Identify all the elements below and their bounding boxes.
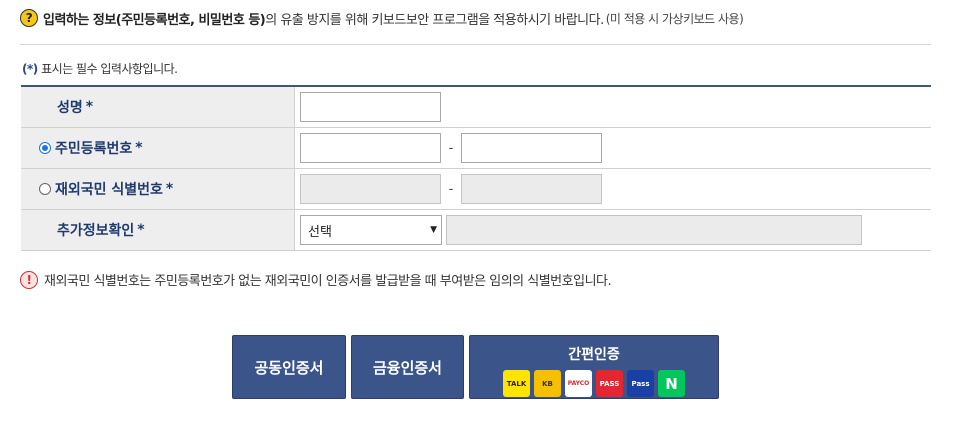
pass-icon: PASS: [596, 370, 623, 397]
foreign-back-input: [461, 174, 602, 204]
required-star: (*): [22, 62, 38, 76]
foreign-id-warning: ! 재외국민 식별번호는 주민등록번호가 없는 재외국민이 인증서를 발급받을 …: [20, 270, 612, 289]
joint-certificate-label: 공동인증서: [254, 358, 324, 377]
rrn-dash: -: [448, 140, 454, 156]
security-notice: ? 입력하는 정보(주민등록번호, 비밀번호 등) 의 유출 방지를 위해 키보…: [20, 8, 744, 28]
caret-down-icon: ▼: [430, 225, 437, 235]
simple-auth-logos: TALK KB PAYCO PASS Pass N: [503, 370, 685, 397]
warning-text: 재외국민 식별번호는 주민등록번호가 없는 재외국민이 인증서를 발급받을 때 …: [44, 274, 612, 289]
foreign-dash: -: [448, 181, 454, 197]
rrn-label[interactable]: 주민등록번호: [55, 138, 132, 158]
required-star: *: [135, 140, 143, 156]
simple-auth-button[interactable]: 간편인증 TALK KB PAYCO PASS Pass N: [469, 335, 719, 399]
rrn-value-cell: -: [294, 127, 931, 169]
divider: [20, 44, 931, 45]
rrn-radio[interactable]: [39, 142, 51, 154]
foreign-label-cell: 재외국민 식별번호 *: [21, 168, 295, 210]
foreign-label[interactable]: 재외국민 식별번호: [55, 179, 163, 199]
samsung-pass-icon: Pass: [627, 370, 654, 397]
kakao-icon: TALK: [503, 370, 530, 397]
extra-select-value: 선택: [308, 224, 332, 240]
extra-value-cell: 선택 ▼: [294, 209, 931, 251]
exclamation-icon: !: [20, 270, 38, 289]
rrn-label-cell: 주민등록번호 *: [21, 127, 295, 169]
extra-label: 추가정보확인: [57, 223, 135, 239]
foreign-value-cell: -: [294, 168, 931, 210]
form-row-foreign: 재외국민 식별번호 * -: [21, 168, 931, 210]
naver-icon: N: [658, 370, 685, 397]
required-star: *: [165, 181, 174, 197]
notice-bold-text: 입력하는 정보(주민등록번호, 비밀번호 등): [43, 12, 266, 28]
required-star: *: [85, 99, 94, 115]
form-row-rrn: 주민등록번호 * -: [21, 127, 931, 169]
name-value-cell: [294, 86, 931, 128]
notice-text: 의 유출 방지를 위해 키보드보안 프로그램을 적용하시기 바랍니다.: [265, 12, 604, 28]
name-input[interactable]: [300, 92, 441, 122]
rrn-back-input[interactable]: [461, 133, 602, 163]
rrn-front-input[interactable]: [300, 133, 441, 163]
financial-certificate-button[interactable]: 금융인증서: [351, 335, 464, 399]
payco-icon: PAYCO: [565, 370, 592, 397]
extra-info-input: [446, 215, 862, 245]
identity-form: 성명 * 주민등록번호 * - 재외국민 식별번호 * - 추가정보확인 * 선…: [21, 85, 931, 251]
kb-icon: KB: [534, 370, 561, 397]
name-label-cell: 성명 *: [21, 86, 295, 128]
foreign-radio[interactable]: [39, 183, 51, 195]
required-note: (*) 표시는 필수 입력사항입니다.: [22, 60, 178, 77]
extra-label-cell: 추가정보확인 *: [21, 209, 295, 251]
name-label: 성명: [57, 100, 83, 116]
form-row-extra: 추가정보확인 * 선택 ▼: [21, 209, 931, 251]
joint-certificate-button[interactable]: 공동인증서: [232, 335, 346, 399]
question-icon: ?: [20, 9, 38, 27]
notice-note: (미 적용 시 가상키보드 사용): [605, 11, 744, 26]
required-note-text: 표시는 필수 입력사항입니다.: [37, 62, 178, 76]
required-star: *: [137, 222, 145, 238]
financial-certificate-label: 금융인증서: [372, 358, 442, 377]
simple-auth-label: 간편인증: [568, 347, 620, 363]
foreign-front-input: [300, 174, 441, 204]
extra-select[interactable]: 선택 ▼: [300, 215, 442, 245]
form-row-name: 성명 *: [21, 86, 931, 128]
